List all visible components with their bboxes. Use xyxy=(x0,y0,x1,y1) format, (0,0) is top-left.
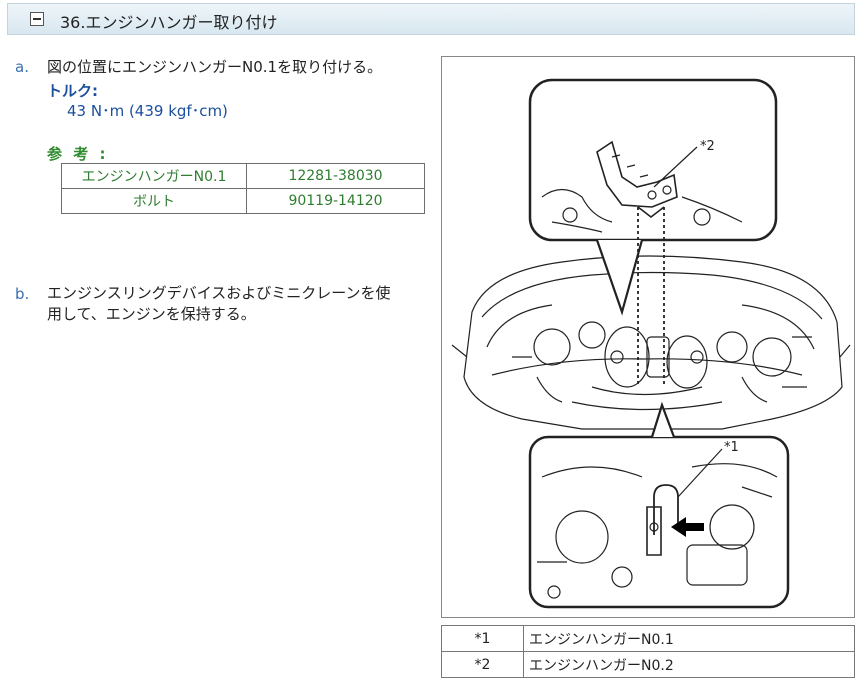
callout-1-label: *1 xyxy=(724,440,739,455)
table-row: *1 エンジンハンガーN0.1 xyxy=(441,625,855,652)
legend-key: *1 xyxy=(441,625,524,652)
step-a-text: 図の位置にエンジンハンガーN0.1を取り付ける。 xyxy=(47,58,383,76)
arrow-icon xyxy=(671,517,704,537)
legend-table: *1 エンジンハンガーN0.1 *2 エンジンハンガーN0.2 xyxy=(441,625,855,678)
part-name-cell: エンジンハンガーN0.1 xyxy=(61,163,247,189)
callout-2-label: *2 xyxy=(700,139,715,154)
step-a-marker: a. xyxy=(15,58,29,76)
engine-hanger-illustration: *2 *1 xyxy=(441,56,855,618)
table-row: *2 エンジンハンガーN0.2 xyxy=(441,651,855,678)
legend-value: エンジンハンガーN0.2 xyxy=(523,651,855,678)
step-b-text: エンジンスリングデバイスおよびミニクレーンを使 用して、エンジンを保持する。 xyxy=(47,283,391,325)
part-number-cell: 90119-14120 xyxy=(246,188,425,214)
part-number-cell: 12281-38030 xyxy=(246,163,425,189)
section-title: 36.エンジンハンガー取り付け xyxy=(60,13,278,32)
table-row: エンジンハンガーN0.1 12281-38030 xyxy=(61,163,425,189)
torque-value: 43 N･m (439 kgf･cm) xyxy=(67,102,228,120)
step-b-line2: 用して、エンジンを保持する。 xyxy=(47,305,256,323)
reference-table: エンジンハンガーN0.1 12281-38030 ボルト 90119-14120 xyxy=(61,163,425,214)
legend-value: エンジンハンガーN0.1 xyxy=(523,625,855,652)
torque-label: トルク: xyxy=(47,82,98,100)
reference-label: 参 考 : xyxy=(47,145,109,163)
table-row: ボルト 90119-14120 xyxy=(61,188,425,214)
step-b-marker: b. xyxy=(15,285,30,303)
section-header[interactable]: 36.エンジンハンガー取り付け xyxy=(7,3,855,35)
step-b-line1: エンジンスリングデバイスおよびミニクレーンを使 xyxy=(47,284,391,302)
collapse-icon[interactable] xyxy=(30,12,44,26)
part-name-cell: ボルト xyxy=(61,188,247,214)
legend-key: *2 xyxy=(441,651,524,678)
illustration-svg: *2 *1 xyxy=(451,78,851,609)
